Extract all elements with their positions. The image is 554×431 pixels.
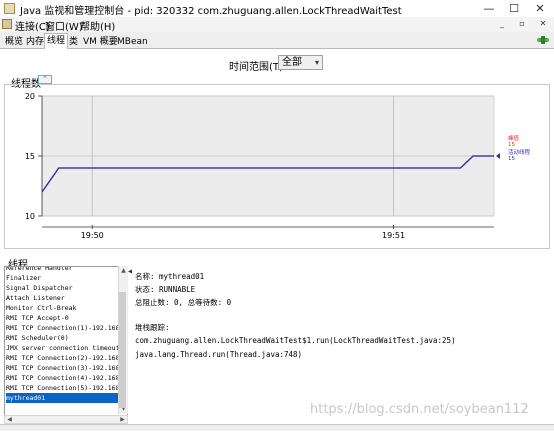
thread-state: 状态: RUNNABLE	[135, 285, 196, 294]
y-tick-label: 10	[25, 212, 35, 221]
thread-detail-panel: 名称: mythread01 状态: RUNNABLE 总阻止数: 0, 总等待…	[132, 266, 550, 416]
scroll-up-arrow-icon[interactable]: ▲	[119, 266, 128, 275]
thread-list-item[interactable]: RMI TCP Connection(1)-192.168.	[6, 323, 120, 333]
thread-list-item[interactable]: RMI TCP Connection(2)-192.168.	[6, 353, 120, 363]
chart-legend: 峰值15活动线程15	[496, 134, 531, 162]
thread-list-item[interactable]: Monitor Ctrl-Break	[6, 303, 120, 313]
scroll-right-arrow-icon[interactable]: ▶	[118, 415, 127, 424]
x-tick-label: 19:50	[81, 231, 104, 240]
y-tick-label: 20	[25, 92, 35, 101]
x-tick-label: 19:51	[382, 231, 405, 240]
thread-list-item[interactable]: Attach Listener	[6, 293, 120, 303]
thread-list-item[interactable]: Finalizer	[6, 273, 120, 283]
y-tick-label: 15	[25, 152, 35, 161]
stack-frame: java.lang.Thread.run(Thread.java:748)	[135, 350, 303, 359]
thread-count-chart: 10152019:50 19:51 峰值15活动线程15	[25, 92, 531, 240]
stack-trace-title: 堆栈跟踪:	[135, 323, 170, 332]
thread-block-wait-counts: 总阻止数: 0, 总等待数: 0	[135, 298, 232, 307]
legend-series-value: 15	[508, 156, 515, 162]
thread-list-item[interactable]: RMI TCP Connection(4)-192.168.	[6, 373, 120, 383]
thread-list-item[interactable]: JMX server connection timeout	[6, 343, 120, 353]
thread-list-item[interactable]: RMI TCP Accept-0	[6, 313, 120, 323]
thread-list[interactable]: Reference Handler Finalizer Signal Dispatc…	[4, 266, 128, 416]
thread-list-item[interactable]: RMI TCP Connection(3)-192.168.	[6, 363, 120, 373]
legend-series-name: 活动线程	[508, 148, 531, 156]
status-bar	[0, 424, 554, 431]
chart-grid	[41, 95, 495, 217]
thread-list-item-selected[interactable]: mythread01	[6, 393, 120, 403]
thread-list-item[interactable]: RMI Scheduler(0)	[6, 333, 120, 343]
legend-marker	[496, 153, 500, 159]
watermark: https://blog.csdn.net/soybean112	[310, 402, 529, 417]
thread-list-item[interactable]: Signal Dispatcher	[6, 283, 120, 293]
legend-series-value: 15	[508, 142, 515, 148]
legend-series-name: 峰值	[508, 134, 520, 142]
stack-frame: com.zhuguang.allen.LockThreadWaitTest$1.…	[135, 336, 456, 345]
thread-name: 名称: mythread01	[135, 272, 205, 281]
thread-list-horizontal-scrollbar[interactable]: ◀ ▶	[4, 415, 128, 424]
thread-list-item[interactable]: Reference Handler	[6, 267, 120, 273]
thread-list-scroll-thumb[interactable]	[119, 292, 126, 408]
scroll-left-arrow-icon[interactable]: ◀	[5, 415, 14, 424]
thread-list-item[interactable]: RMI TCP Connection(5)-192.168.	[6, 383, 120, 393]
